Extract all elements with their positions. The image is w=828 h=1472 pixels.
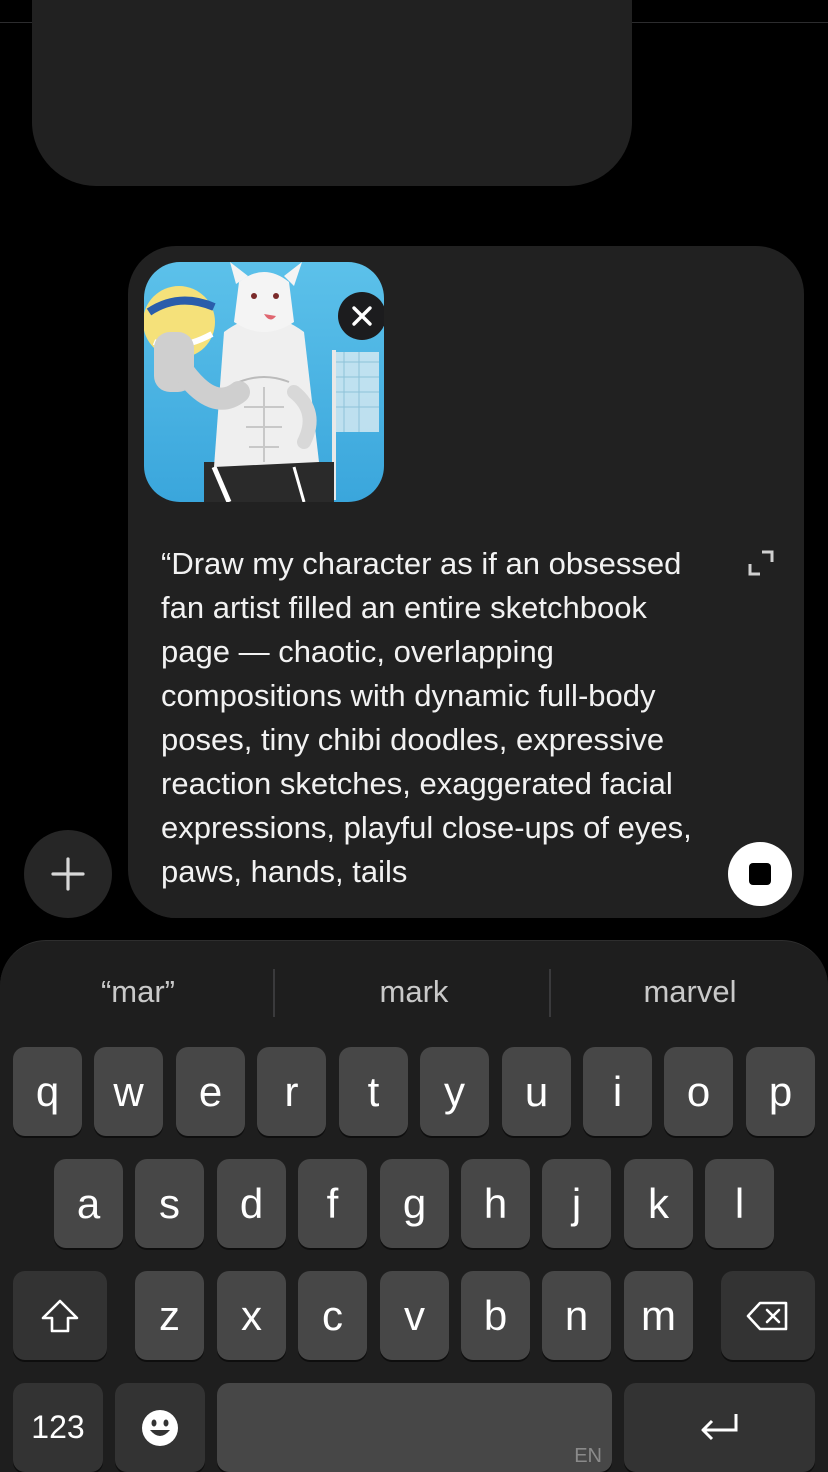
- composer-bottom-edge: [128, 910, 804, 918]
- suggestion-1[interactable]: “mar”: [0, 959, 276, 1025]
- key-l[interactable]: l: [705, 1159, 774, 1248]
- key-r[interactable]: r: [257, 1047, 326, 1136]
- suggestion-2[interactable]: mark: [276, 959, 552, 1025]
- emoji-key[interactable]: [115, 1383, 205, 1472]
- remove-image-button[interactable]: [338, 292, 384, 340]
- key-u[interactable]: u: [502, 1047, 571, 1136]
- key-s[interactable]: s: [135, 1159, 204, 1248]
- attached-image-thumbnail[interactable]: [144, 262, 384, 502]
- suggestion-divider: [273, 969, 275, 1017]
- close-icon: [352, 306, 372, 326]
- return-key[interactable]: [624, 1383, 815, 1472]
- key-y[interactable]: y: [420, 1047, 489, 1136]
- key-k[interactable]: k: [624, 1159, 693, 1248]
- key-o[interactable]: o: [664, 1047, 733, 1136]
- suggestion-divider: [549, 969, 551, 1017]
- key-a[interactable]: a: [54, 1159, 123, 1248]
- space-key[interactable]: EN: [217, 1383, 612, 1472]
- delete-key[interactable]: [721, 1271, 815, 1360]
- keyboard: “mar” mark marvel q w e r t y u i o p a …: [0, 940, 828, 1472]
- key-d[interactable]: d: [217, 1159, 286, 1248]
- key-v[interactable]: v: [380, 1271, 449, 1360]
- numbers-key[interactable]: 123: [13, 1383, 103, 1472]
- add-attachment-button[interactable]: [24, 830, 112, 918]
- language-indicator: EN: [574, 1445, 602, 1467]
- key-c[interactable]: c: [298, 1271, 367, 1360]
- key-m[interactable]: m: [624, 1271, 693, 1360]
- key-g[interactable]: g: [380, 1159, 449, 1248]
- return-icon: [701, 1413, 737, 1440]
- key-b[interactable]: b: [461, 1271, 530, 1360]
- emoji-icon: [142, 1409, 178, 1446]
- key-t[interactable]: t: [339, 1047, 408, 1136]
- key-q[interactable]: q: [13, 1047, 82, 1136]
- key-f[interactable]: f: [298, 1159, 367, 1248]
- shift-key[interactable]: [13, 1271, 107, 1360]
- stop-icon: [749, 863, 771, 885]
- plus-icon: [51, 857, 85, 891]
- stop-button[interactable]: [728, 842, 792, 906]
- message-composer[interactable]: “Draw my character as if an obsessed fan…: [128, 246, 804, 918]
- key-i[interactable]: i: [583, 1047, 652, 1136]
- previous-message-bubble: [32, 0, 632, 186]
- key-n[interactable]: n: [542, 1271, 611, 1360]
- prompt-text[interactable]: “Draw my character as if an obsessed fan…: [161, 542, 721, 894]
- suggestion-3[interactable]: marvel: [552, 959, 828, 1025]
- key-p[interactable]: p: [746, 1047, 815, 1136]
- key-w[interactable]: w: [94, 1047, 163, 1136]
- key-x[interactable]: x: [217, 1271, 286, 1360]
- key-j[interactable]: j: [542, 1159, 611, 1248]
- key-e[interactable]: e: [176, 1047, 245, 1136]
- expand-icon[interactable]: [746, 548, 776, 578]
- backspace-icon: [746, 1301, 788, 1330]
- shift-icon: [41, 1299, 79, 1332]
- key-h[interactable]: h: [461, 1159, 530, 1248]
- key-z[interactable]: z: [135, 1271, 204, 1360]
